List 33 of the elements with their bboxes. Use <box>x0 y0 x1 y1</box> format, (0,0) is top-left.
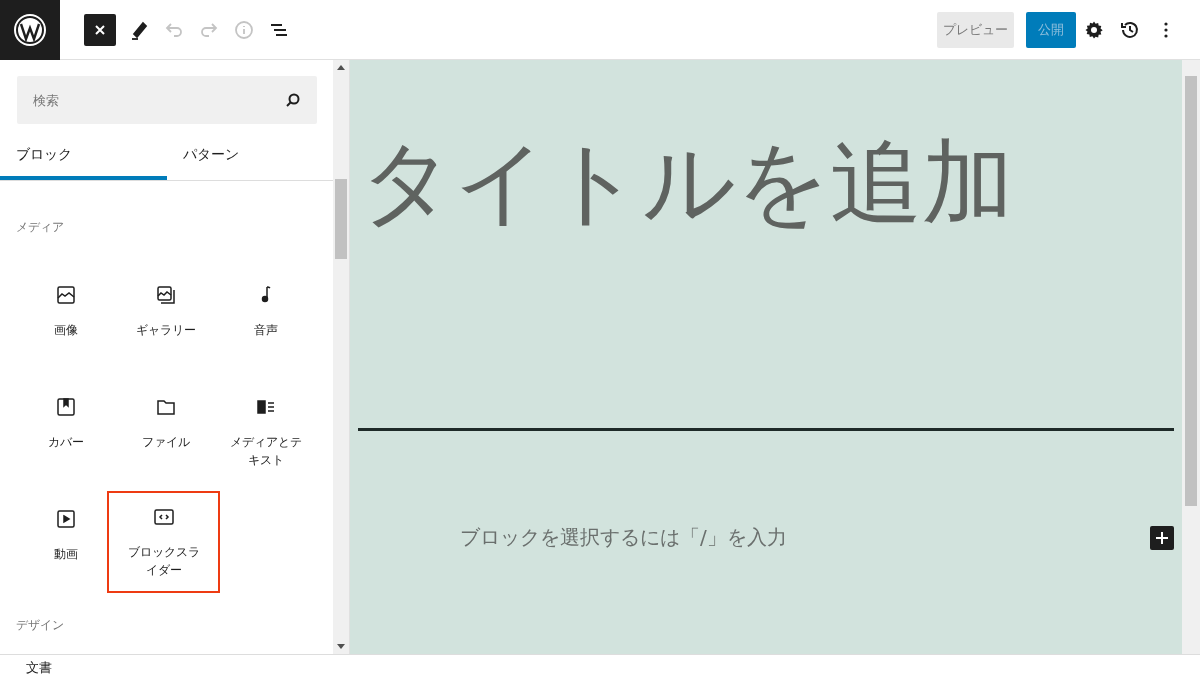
block-item[interactable]: ブロックスライダー <box>107 491 220 593</box>
tab[interactable]: パターン <box>166 134 333 180</box>
block-item[interactable]: 音声 <box>216 269 316 371</box>
gallery-icon <box>154 283 178 307</box>
scrollbar[interactable] <box>333 60 349 654</box>
block-item[interactable]: ギャラリー <box>116 269 216 371</box>
wordpress-logo-icon[interactable] <box>0 0 60 60</box>
scrollbar-thumb[interactable] <box>335 179 347 259</box>
search-icon <box>285 92 301 108</box>
block-item[interactable]: ファイル <box>116 381 216 483</box>
add-block-button[interactable] <box>1150 525 1174 550</box>
category-heading: メディア <box>16 219 65 235</box>
tab[interactable]: ブロック <box>0 134 167 180</box>
scrollbar[interactable] <box>1182 60 1200 654</box>
title-field[interactable]: タイトルを追加 <box>360 128 1174 238</box>
block-placeholder[interactable]: ブロックを選択するには「/」を入力 <box>460 524 1150 551</box>
image-icon <box>54 283 78 307</box>
block-item[interactable]: カバー <box>16 381 116 483</box>
block-item[interactable]: 画像 <box>16 269 116 371</box>
breadcrumb[interactable]: 文書 <box>26 658 52 677</box>
plus-icon <box>1155 530 1169 545</box>
scroll-up-icon[interactable] <box>337 65 345 70</box>
video-icon <box>54 507 78 531</box>
scroll-down-icon[interactable] <box>337 644 345 649</box>
preview-button[interactable]: プレビュー <box>937 11 1014 48</box>
search-field[interactable]: 検索 <box>17 76 317 124</box>
close-button[interactable] <box>84 13 116 46</box>
info-icon <box>233 18 255 41</box>
close-icon <box>94 23 106 36</box>
block-item[interactable]: メディアとテキスト <box>216 381 316 483</box>
cover-icon <box>54 395 78 419</box>
category-heading: デザイン <box>16 617 65 633</box>
scrollbar-thumb[interactable] <box>1185 76 1197 506</box>
